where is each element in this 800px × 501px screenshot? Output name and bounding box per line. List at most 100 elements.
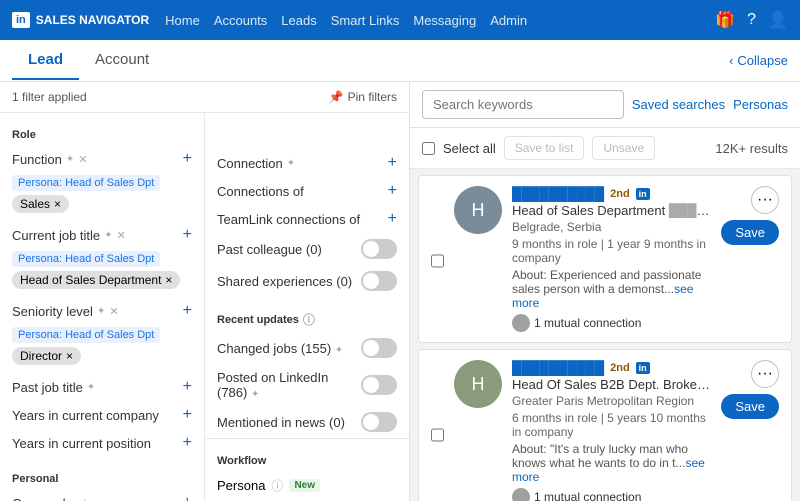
mutual-1: 1 mutual connection — [512, 488, 711, 501]
personal-section-label: Personal — [0, 465, 204, 489]
personas-button[interactable]: Personas — [733, 97, 788, 112]
function-chip[interactable]: Sales × — [12, 195, 69, 213]
current-job-label: Current job title — [12, 228, 100, 243]
past-colleague-switch[interactable] — [361, 239, 397, 259]
current-job-filter[interactable]: Current job title ✦ ✕ + — [0, 221, 204, 249]
nav-accounts[interactable]: Accounts — [214, 13, 267, 28]
nav-messaging[interactable]: Messaging — [413, 13, 476, 28]
mentioned-switch[interactable] — [361, 412, 397, 432]
gift-icon[interactable]: 🎁 — [715, 10, 735, 30]
changed-jobs-switch[interactable] — [361, 338, 397, 358]
years-position-filter[interactable]: Years in current position + — [0, 429, 204, 457]
card-header-1: ██████████ 2nd in — [512, 360, 711, 375]
see-more-link-1[interactable]: see more — [512, 456, 705, 484]
geography-add[interactable]: + — [183, 494, 192, 501]
unsave-button[interactable]: Unsave — [592, 136, 655, 160]
geography-filter[interactable]: Geography ✦ + — [0, 489, 204, 501]
card-name-0[interactable]: ██████████ — [512, 186, 604, 201]
current-job-remove[interactable]: ✕ — [117, 229, 126, 242]
filter-columns: Role Function ✦ ✕ + Persona: Head of Sal… — [0, 113, 409, 501]
seniority-chip-remove[interactable]: × — [66, 349, 73, 363]
posted-label: Posted on LinkedIn (786) — [217, 370, 328, 400]
current-job-persona-tag: Persona: Head of Sales Dpt — [12, 251, 160, 267]
mentioned-toggle[interactable]: Mentioned in news (0) — [205, 406, 409, 438]
more-options-button-1[interactable]: ··· — [751, 360, 779, 388]
geography-label: Geography — [12, 496, 76, 501]
card-content-0: ██████████ 2nd in Head of Sales Departme… — [512, 186, 711, 332]
shared-exp-switch[interactable] — [361, 271, 397, 291]
avatar-1: H — [454, 360, 502, 408]
nav-admin[interactable]: Admin — [490, 13, 527, 28]
connections-of-add[interactable]: + — [388, 182, 397, 200]
recent-updates-label: Recent updates ⓘ — [205, 303, 409, 332]
collapse-button[interactable]: ‹ Collapse — [729, 53, 788, 68]
help-icon[interactable]: ? — [747, 11, 756, 29]
nav-leads[interactable]: Leads — [281, 13, 316, 28]
nav-smart-links[interactable]: Smart Links — [331, 13, 400, 28]
linkedin-logo: in — [12, 12, 30, 28]
function-remove[interactable]: ✕ — [78, 153, 87, 166]
account-tab[interactable]: Account — [79, 41, 165, 80]
function-add[interactable]: + — [183, 150, 192, 168]
current-job-star: ✦ — [104, 230, 112, 241]
nav-home[interactable]: Home — [165, 13, 200, 28]
pin-filters-button[interactable]: 📌 Pin filters — [329, 90, 397, 104]
results-bar: Select all Save to list Unsave 12K+ resu… — [410, 128, 800, 169]
function-filter[interactable]: Function ✦ ✕ + — [0, 145, 204, 173]
card-location-0: Belgrade, Serbia — [512, 220, 711, 234]
select-all-label: Select all — [443, 141, 496, 156]
seniority-remove[interactable]: ✕ — [109, 305, 118, 318]
save-button-1[interactable]: Save — [721, 394, 779, 419]
save-button-0[interactable]: Save — [721, 220, 779, 245]
changed-jobs-label: Changed jobs (155) — [217, 341, 331, 356]
seniority-chip[interactable]: Director × — [12, 347, 81, 365]
product-name: SALES NAVIGATOR — [36, 13, 149, 27]
see-more-link-0[interactable]: see more — [512, 282, 693, 310]
function-chip-remove[interactable]: × — [54, 197, 61, 211]
changed-jobs-toggle[interactable]: Changed jobs (155) ✦ — [205, 332, 409, 364]
search-input[interactable] — [422, 90, 624, 119]
years-company-add[interactable]: + — [183, 406, 192, 424]
card-checkbox-0[interactable] — [431, 190, 444, 332]
top-navigation: in SALES NAVIGATOR Home Accounts Leads S… — [0, 0, 800, 40]
seniority-add[interactable]: + — [183, 302, 192, 320]
more-options-button-0[interactable]: ··· — [751, 186, 779, 214]
card-name-1[interactable]: ██████████ — [512, 360, 604, 375]
card-about-0: About: Experienced and passionate sales … — [512, 268, 711, 310]
card-tenure-0: 9 months in role | 1 year 9 months in co… — [512, 237, 711, 265]
role-section-label: Role — [0, 121, 204, 145]
teamlink-filter[interactable]: TeamLink connections of + — [205, 205, 409, 233]
teamlink-add[interactable]: + — [388, 210, 397, 228]
card-actions-0: ··· Save — [721, 186, 779, 332]
current-job-add[interactable]: + — [183, 226, 192, 244]
changed-jobs-star: ✦ — [335, 345, 343, 356]
posted-toggle[interactable]: Posted on LinkedIn (786) ✦ — [205, 364, 409, 406]
mutual-avatar-0 — [512, 314, 530, 332]
mutual-avatar-1 — [512, 488, 530, 501]
connection-add[interactable]: + — [388, 154, 397, 172]
shared-exp-toggle[interactable]: Shared experiences (0) — [205, 265, 409, 297]
posted-switch[interactable] — [361, 375, 397, 395]
years-position-add[interactable]: + — [183, 434, 192, 452]
results-count: 12K+ results — [715, 141, 788, 156]
save-to-list-button[interactable]: Save to list — [504, 136, 585, 160]
past-job-filter[interactable]: Past job title ✦ + — [0, 373, 204, 401]
profile-avatar-icon[interactable]: 👤 — [768, 10, 788, 30]
avatar-0: H — [454, 186, 502, 234]
seniority-filter[interactable]: Seniority level ✦ ✕ + — [0, 297, 204, 325]
lead-tab[interactable]: Lead — [12, 41, 79, 80]
years-company-filter[interactable]: Years in current company + — [0, 401, 204, 429]
connection-label: Connection — [217, 156, 283, 171]
connections-of-filter[interactable]: Connections of + — [205, 177, 409, 205]
past-colleague-toggle[interactable]: Past colleague (0) — [205, 233, 409, 265]
past-job-add[interactable]: + — [183, 378, 192, 396]
card-content-1: ██████████ 2nd in Head Of Sales B2B Dept… — [512, 360, 711, 501]
card-checkbox-1[interactable] — [431, 364, 444, 501]
connection-filter[interactable]: Connection ✦ + — [205, 149, 409, 177]
current-job-chip-remove[interactable]: × — [165, 273, 172, 287]
saved-searches-button[interactable]: Saved searches — [632, 97, 725, 112]
years-position-label: Years in current position — [12, 436, 151, 451]
select-all-checkbox[interactable] — [422, 142, 435, 155]
card-title-1: Head Of Sales B2B Dept. Brokers and Inte… — [512, 377, 711, 392]
current-job-chip[interactable]: Head of Sales Department × — [12, 271, 180, 289]
